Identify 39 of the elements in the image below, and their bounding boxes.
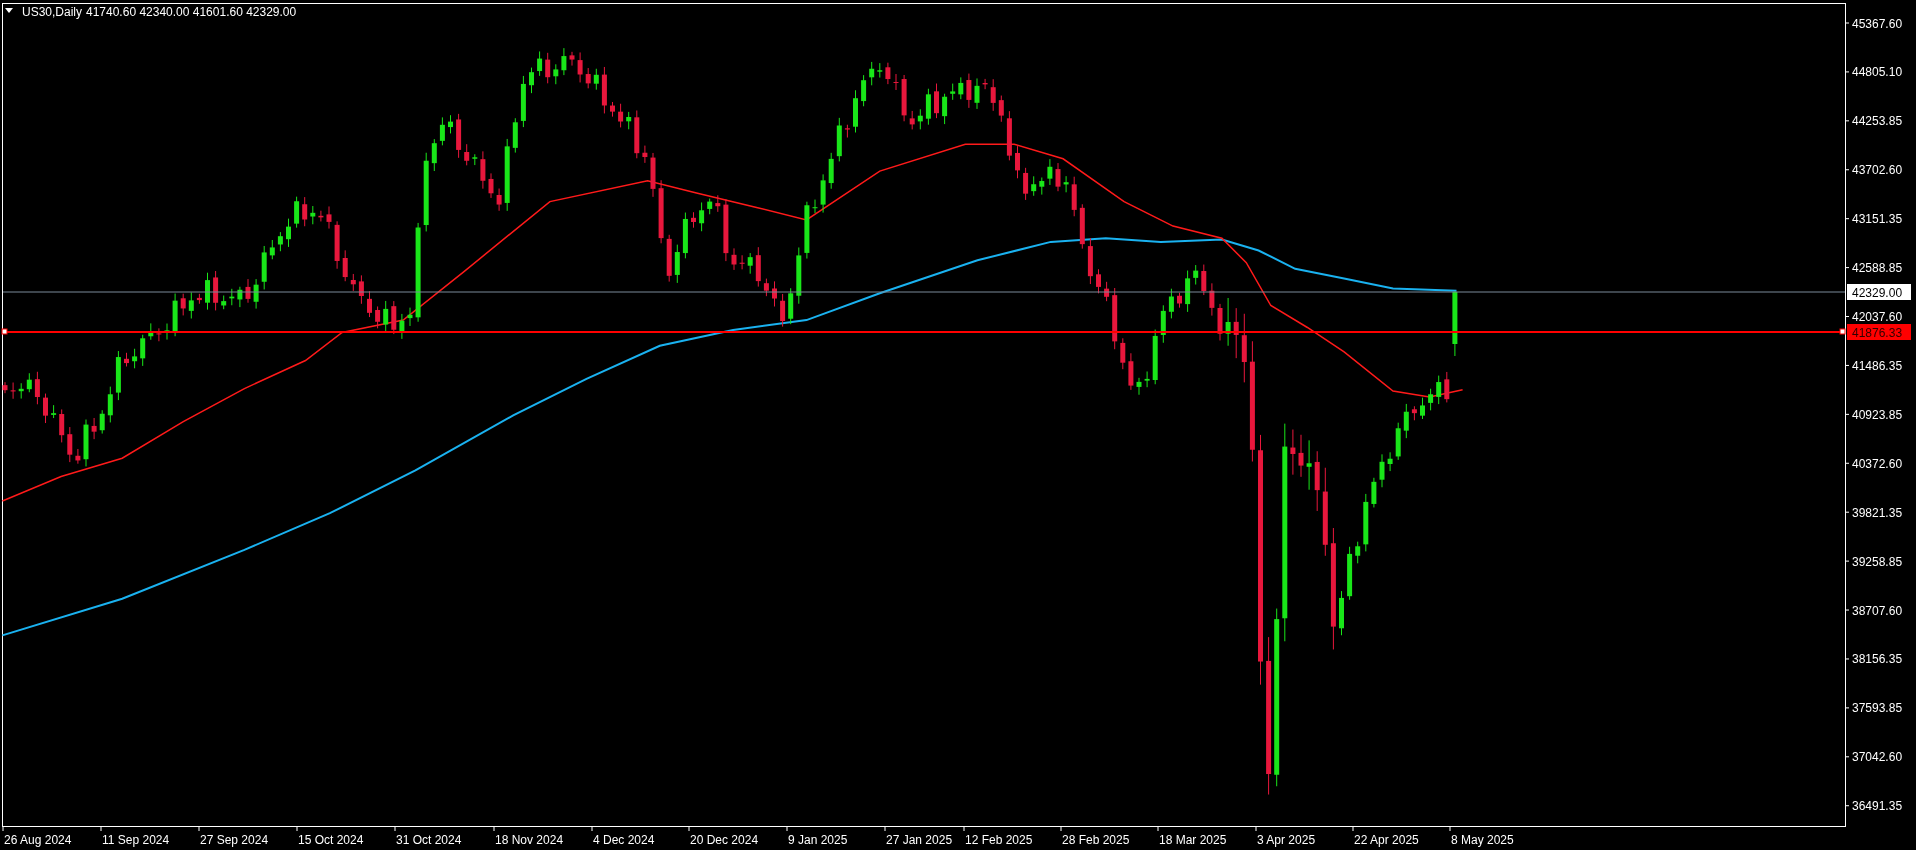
date-axis-label: 18 Mar 2025 bbox=[1159, 833, 1227, 847]
date-axis-label: 11 Sep 2024 bbox=[102, 833, 170, 847]
chart-symbol: US30,Daily bbox=[22, 5, 83, 19]
price-axis-label: 38156.35 bbox=[1852, 652, 1903, 667]
price-axis-label: 45367.60 bbox=[1852, 16, 1903, 31]
price-axis-label: 42588.85 bbox=[1852, 261, 1903, 276]
level-line[interactable] bbox=[1, 328, 1846, 335]
price-axis-label: 43702.60 bbox=[1852, 163, 1903, 178]
price-axis-label: 44805.10 bbox=[1852, 65, 1903, 80]
price-axis-label: 37042.60 bbox=[1852, 750, 1903, 765]
date-axis-label: 9 Jan 2025 bbox=[788, 833, 848, 847]
ohlc-values: 41740.60 42340.00 41601.60 42329.00 bbox=[86, 5, 297, 19]
date-axis-label: 4 Dec 2024 bbox=[593, 833, 655, 847]
date-axis-label: 20 Dec 2024 bbox=[690, 833, 759, 847]
price-axis-label: 42037.60 bbox=[1852, 310, 1903, 324]
price-axis-label: 41486.35 bbox=[1852, 358, 1903, 373]
date-axis-label: 26 Aug 2024 bbox=[4, 833, 72, 847]
date-axis-label: 12 Feb 2025 bbox=[965, 833, 1033, 847]
date-axis-label: 8 May 2025 bbox=[1451, 833, 1514, 847]
price-axis-label: 38707.60 bbox=[1852, 603, 1903, 618]
date-axis-label: 28 Feb 2025 bbox=[1062, 833, 1130, 847]
price-axis-label: 44253.85 bbox=[1852, 114, 1903, 129]
date-axis-label: 18 Nov 2024 bbox=[495, 833, 564, 847]
price-axis-label: 37593.85 bbox=[1852, 701, 1903, 716]
date-axis-label: 31 Oct 2024 bbox=[396, 833, 462, 847]
price-axis-label: 39821.35 bbox=[1852, 505, 1903, 520]
date-axis-label: 3 Apr 2025 bbox=[1257, 833, 1316, 847]
dropdown-triangle-icon[interactable] bbox=[5, 8, 13, 13]
date-axis-label: 15 Oct 2024 bbox=[298, 833, 364, 847]
current-price-label: 42329.00 bbox=[1847, 284, 1911, 300]
date-axis-label: 27 Jan 2025 bbox=[886, 833, 953, 847]
price-axis-label: 36491.35 bbox=[1852, 799, 1903, 814]
price-axis-label: 43151.35 bbox=[1852, 212, 1903, 227]
level-price-label: 41876.33 bbox=[1847, 324, 1911, 340]
price-axis-label: 39258.85 bbox=[1852, 554, 1903, 569]
price-axis-label: 40923.85 bbox=[1852, 407, 1903, 422]
date-axis-label: 27 Sep 2024 bbox=[200, 833, 269, 847]
date-axis-label: 22 Apr 2025 bbox=[1354, 833, 1419, 847]
price-axis-label: 40372.60 bbox=[1852, 456, 1903, 471]
